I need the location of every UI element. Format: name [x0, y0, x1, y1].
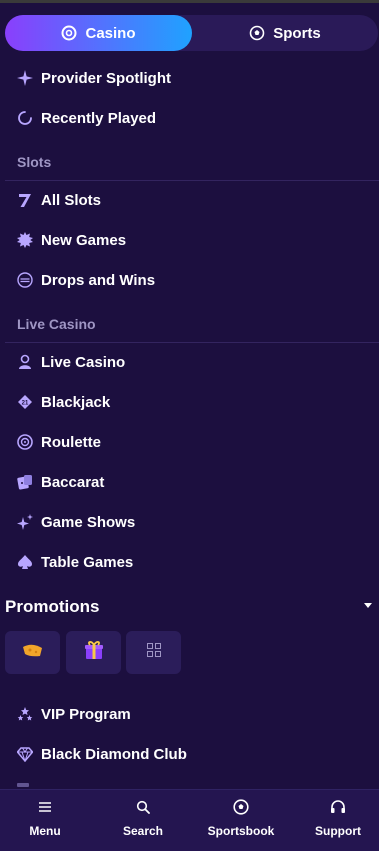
nav-menu[interactable]: Menu: [0, 798, 90, 838]
soccer-ball-icon: [232, 798, 250, 816]
casino-tab-label: Casino: [85, 24, 136, 42]
menu-item-label: All Slots: [41, 191, 102, 209]
divider: [5, 180, 379, 181]
menu-item-table-games[interactable]: Table Games: [17, 550, 133, 574]
cheese-icon: [20, 640, 46, 665]
seven-icon: [17, 192, 33, 208]
sparkle-icon: [17, 70, 33, 86]
menu-item-label: Live Casino: [41, 353, 126, 371]
menu-item-live-casino[interactable]: Live Casino: [17, 350, 125, 374]
partial-menu-item: [17, 783, 29, 787]
sparkles-icon: [17, 514, 33, 530]
menu-item-label: Table Games: [41, 553, 134, 571]
menu-item-recently-played[interactable]: Recently Played: [17, 106, 156, 130]
drops-wins-icon: [17, 272, 33, 288]
promotions-title[interactable]: Promotions: [5, 597, 99, 617]
nav-support[interactable]: Support: [293, 798, 379, 838]
menu-item-label: Baccarat: [41, 473, 105, 491]
menu-item-label: Roulette: [41, 433, 101, 451]
nav-support-label: Support: [315, 824, 361, 838]
promo-tile-grid[interactable]: [126, 631, 181, 674]
nav-sportsbook[interactable]: Sportsbook: [196, 798, 286, 838]
sports-tab-label: Sports: [273, 24, 321, 42]
loading-arc-icon: [17, 110, 33, 126]
casino-sports-toggle: Casino Sports: [5, 15, 378, 51]
menu-item-baccarat[interactable]: Baccarat: [17, 470, 104, 494]
menu-item-label: Blackjack: [41, 393, 111, 411]
menu-item-roulette[interactable]: Roulette: [17, 430, 101, 454]
starburst-icon: [17, 232, 33, 248]
menu-item-new-games[interactable]: New Games: [17, 228, 126, 252]
divider: [5, 342, 379, 343]
gift-icon: [83, 639, 105, 666]
section-header-live-casino: Live Casino: [17, 316, 96, 332]
top-border: [0, 0, 379, 3]
spade-icon: [17, 554, 33, 570]
dealer-icon: [17, 354, 33, 370]
menu-item-label: New Games: [41, 231, 127, 249]
headset-icon: [329, 798, 347, 816]
nav-search[interactable]: Search: [98, 798, 188, 838]
svg-text:21: 21: [22, 401, 29, 407]
nav-sportsbook-label: Sportsbook: [207, 824, 275, 838]
menu-item-all-slots[interactable]: All Slots: [17, 188, 101, 212]
bottom-navigation: Menu Search Sportsbook Support: [0, 789, 379, 851]
menu-item-label: Provider Spotlight: [41, 69, 172, 87]
casino-chip-icon: [61, 25, 77, 41]
dice-cards-icon: [17, 474, 33, 490]
menu-item-black-diamond-club[interactable]: Black Diamond Club: [17, 742, 187, 766]
menu-item-vip-program[interactable]: VIP Program: [17, 702, 131, 726]
roulette-icon: [17, 434, 33, 450]
grid-icon: [146, 643, 161, 662]
section-header-slots: Slots: [17, 154, 52, 170]
search-icon: [134, 798, 152, 816]
nav-menu-label: Menu: [29, 824, 61, 838]
diamond-icon: [17, 746, 33, 762]
menu-item-label: Game Shows: [41, 513, 136, 531]
menu-item-game-shows[interactable]: Game Shows: [17, 510, 135, 534]
menu-item-provider-spotlight[interactable]: Provider Spotlight: [17, 66, 171, 90]
menu-item-drops-and-wins[interactable]: Drops and Wins: [17, 268, 155, 292]
casino-tab[interactable]: Casino: [5, 15, 192, 51]
nav-search-label: Search: [122, 824, 164, 838]
sports-tab[interactable]: Sports: [192, 15, 378, 51]
chevron-down-icon[interactable]: [364, 603, 372, 608]
menu-item-label: VIP Program: [41, 705, 131, 723]
blackjack-icon: 21: [17, 394, 33, 410]
hamburger-icon: [36, 798, 54, 816]
stars-icon: [17, 706, 33, 722]
promo-tile-gift[interactable]: [66, 631, 121, 674]
menu-item-label: Recently Played: [41, 109, 157, 127]
menu-item-label: Black Diamond Club: [41, 745, 187, 763]
promo-tile-cheese[interactable]: [5, 631, 60, 674]
menu-item-label: Drops and Wins: [41, 271, 156, 289]
menu-item-blackjack[interactable]: 21 Blackjack: [17, 390, 110, 414]
soccer-ball-icon: [249, 25, 265, 41]
